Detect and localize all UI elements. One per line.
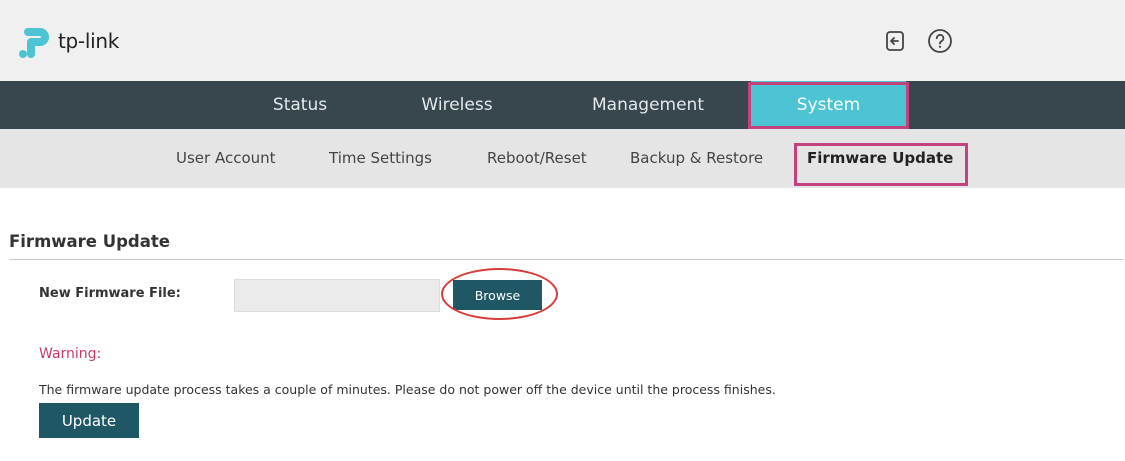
content-area xyxy=(0,188,1125,461)
tp-link-logo-icon xyxy=(19,28,49,58)
firmware-file-label: New Firmware File: xyxy=(39,286,181,301)
subtab-user-account[interactable]: User Account xyxy=(176,129,276,188)
help-icon[interactable] xyxy=(926,27,954,55)
tab-wireless[interactable]: Wireless xyxy=(397,81,517,129)
firmware-file-input[interactable] xyxy=(234,279,440,312)
brand-name: tp-link xyxy=(58,29,120,53)
warning-text: The firmware update process takes a coup… xyxy=(39,382,776,397)
update-button[interactable]: Update xyxy=(39,403,139,438)
tab-status[interactable]: Status xyxy=(240,81,360,129)
tp-link-logo[interactable]: tp-link xyxy=(18,22,119,60)
header-bar: tp-link xyxy=(0,0,1125,81)
section-divider xyxy=(9,259,1123,260)
logout-icon[interactable] xyxy=(881,27,909,55)
subtab-reboot-reset[interactable]: Reboot/Reset xyxy=(487,129,587,188)
tab-management[interactable]: Management xyxy=(578,81,718,129)
subtab-backup-restore[interactable]: Backup & Restore xyxy=(630,129,763,188)
page-title: Firmware Update xyxy=(9,232,170,251)
subtab-firmware-update[interactable]: Firmware Update xyxy=(807,129,953,188)
warning-label: Warning: xyxy=(39,346,102,362)
browse-button[interactable]: Browse xyxy=(453,280,542,310)
tab-system[interactable]: System xyxy=(751,81,906,129)
subtab-time-settings[interactable]: Time Settings xyxy=(329,129,432,188)
sub-nav: User Account Time Settings Reboot/Reset … xyxy=(0,129,1125,188)
main-nav: Status Wireless Management System xyxy=(0,81,1125,129)
